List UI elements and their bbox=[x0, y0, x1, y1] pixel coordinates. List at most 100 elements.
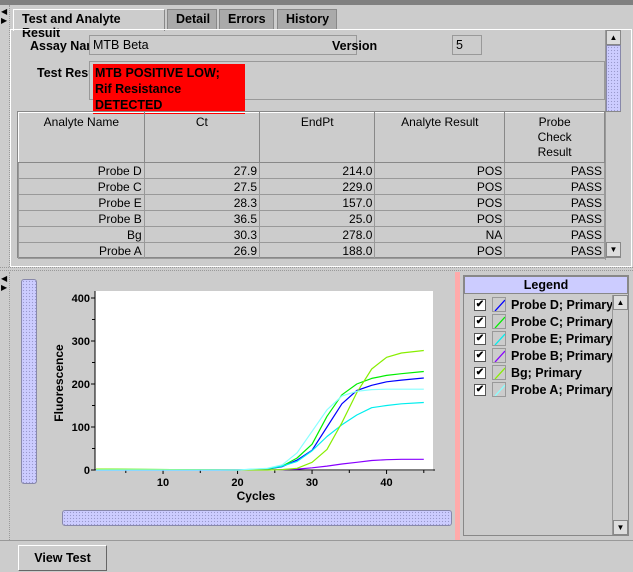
test-result-highlight: MTB POSITIVE LOW; Rif Resistance DETECTE… bbox=[93, 64, 245, 114]
legend-item[interactable]: ✔ Probe A; Primary bbox=[464, 381, 628, 398]
table-cell: Probe B bbox=[18, 210, 145, 227]
y-tick-label: 200 bbox=[72, 379, 90, 391]
bottom-separator bbox=[0, 540, 633, 541]
checkbox[interactable]: ✔ bbox=[474, 383, 486, 396]
legend-label: Probe B; Primary bbox=[511, 348, 614, 363]
col-header-analyte-result[interactable]: Analyte Result bbox=[374, 112, 506, 163]
table-row[interactable]: Probe D 27.9 214.0 POS PASS bbox=[18, 162, 605, 179]
legend-item[interactable]: ✔ Probe C; Primary bbox=[464, 313, 628, 330]
chart-horizontal-zoom-slider[interactable] bbox=[62, 510, 452, 526]
series-swatch-icon bbox=[492, 382, 506, 397]
col-header-endpt[interactable]: EndPt bbox=[259, 112, 376, 163]
legend-panel: Legend ✔ Probe D; Primary ✔ Probe C; Primar… bbox=[463, 275, 629, 536]
col-header-probe-check-result[interactable]: Probe Check Result bbox=[504, 112, 605, 163]
pane-splitter[interactable] bbox=[455, 272, 460, 540]
col-header-analyte-name[interactable]: Analyte Name bbox=[18, 112, 145, 163]
version-label: Version bbox=[332, 39, 378, 53]
series-swatch-icon bbox=[492, 331, 506, 346]
checkbox[interactable]: ✔ bbox=[474, 349, 486, 362]
legend-label: Probe D; Primary bbox=[511, 297, 614, 312]
table-cell: Probe A bbox=[18, 242, 145, 259]
checkbox[interactable]: ✔ bbox=[474, 315, 486, 328]
version-field: 5 bbox=[452, 35, 482, 55]
table-cell: PASS bbox=[504, 194, 605, 211]
table-cell: POS bbox=[374, 210, 506, 227]
tab-detail[interactable]: Detail bbox=[167, 9, 217, 29]
test-result-line-1: MTB POSITIVE LOW; bbox=[95, 66, 220, 80]
checkbox[interactable]: ✔ bbox=[474, 332, 486, 345]
series-swatch-icon bbox=[492, 314, 506, 329]
legend-item[interactable]: ✔ Probe D; Primary bbox=[464, 296, 628, 313]
table-cell: PASS bbox=[504, 178, 605, 195]
split-divider[interactable] bbox=[0, 267, 633, 271]
y-tick-label: 100 bbox=[72, 422, 90, 434]
checkbox[interactable]: ✔ bbox=[474, 366, 486, 379]
table-cell: 26.9 bbox=[143, 242, 261, 259]
table-cell: PASS bbox=[504, 226, 605, 243]
table-row[interactable]: Probe B 36.5 25.0 POS PASS bbox=[18, 210, 605, 227]
legend-label: Probe A; Primary bbox=[511, 382, 613, 397]
tab-test-and-analyte-result[interactable]: Test and Analyte Result bbox=[13, 9, 165, 40]
legend-item[interactable]: ✔ Bg; Primary bbox=[464, 364, 628, 381]
chart-vertical-zoom-slider[interactable] bbox=[21, 279, 37, 484]
checkbox[interactable]: ✔ bbox=[474, 298, 486, 311]
table-vertical-scrollbar[interactable]: ▼ bbox=[605, 112, 621, 257]
lower-split-handle[interactable]: ◀ ▶ bbox=[0, 272, 10, 540]
analyte-table-container: Analyte Name Ct EndPt Analyte Result Pro… bbox=[17, 111, 621, 259]
assay-name-field: MTB Beta bbox=[89, 35, 357, 55]
legend-scroll-up-icon[interactable]: ▲ bbox=[613, 295, 628, 310]
table-cell: 30.3 bbox=[143, 226, 261, 243]
table-cell: Bg bbox=[18, 226, 145, 243]
x-tick-label: 20 bbox=[231, 477, 243, 489]
legend-label: Probe E; Primary bbox=[511, 331, 613, 346]
y-tick-label: 300 bbox=[72, 336, 90, 348]
scroll-up-icon[interactable]: ▲ bbox=[606, 30, 621, 45]
tab-errors[interactable]: Errors bbox=[219, 9, 274, 29]
series-swatch-icon bbox=[492, 297, 506, 312]
table-cell: NA bbox=[374, 226, 506, 243]
table-cell: 229.0 bbox=[259, 178, 376, 195]
table-cell: Probe E bbox=[18, 194, 145, 211]
table-row[interactable]: Probe A 26.9 188.0 POS PASS bbox=[18, 242, 605, 259]
table-cell: 188.0 bbox=[259, 242, 376, 259]
table-cell: 27.5 bbox=[143, 178, 261, 195]
table-cell: 157.0 bbox=[259, 194, 376, 211]
tab-history[interactable]: History bbox=[277, 9, 337, 29]
window-top-border bbox=[0, 0, 633, 5]
legend-item[interactable]: ✔ Probe E; Primary bbox=[464, 330, 628, 347]
y-tick-label: 400 bbox=[72, 293, 90, 305]
legend-label: Probe C; Primary bbox=[511, 314, 614, 329]
x-tick-label: 10 bbox=[157, 477, 169, 489]
table-cell: 36.5 bbox=[143, 210, 261, 227]
table-cell: POS bbox=[374, 242, 506, 259]
col-header-ct[interactable]: Ct bbox=[143, 112, 261, 163]
legend-item[interactable]: ✔ Probe B; Primary bbox=[464, 347, 628, 364]
table-cell: PASS bbox=[504, 242, 605, 259]
scroll-down-icon[interactable]: ▼ bbox=[606, 242, 621, 257]
legend-scroll-down-icon[interactable]: ▼ bbox=[613, 520, 628, 535]
legend-scrollbar[interactable]: ▲ ▼ bbox=[612, 295, 628, 535]
test-result-field: MTB POSITIVE LOW; Rif Resistance DETECTE… bbox=[89, 61, 605, 114]
table-cell: Probe D bbox=[18, 162, 145, 179]
collapse-arrows-icon[interactable]: ◀ ▶ bbox=[1, 274, 7, 292]
series-swatch-icon bbox=[492, 365, 506, 380]
table-cell: 27.9 bbox=[143, 162, 261, 179]
x-tick-label: 40 bbox=[380, 477, 392, 489]
table-cell: PASS bbox=[504, 210, 605, 227]
legend-title: Legend bbox=[464, 276, 628, 294]
x-tick-label: 30 bbox=[306, 477, 318, 489]
y-tick-label: 0 bbox=[84, 465, 90, 477]
x-axis-label: Cycles bbox=[237, 489, 276, 503]
collapse-arrows-icon[interactable]: ◀ ▶ bbox=[1, 7, 7, 25]
table-cell: 278.0 bbox=[259, 226, 376, 243]
table-cell: 25.0 bbox=[259, 210, 376, 227]
table-cell: POS bbox=[374, 178, 506, 195]
table-cell: Probe C bbox=[18, 178, 145, 195]
amplification-chart: 0 100 200 300 400 10 20 30 40 Cycles Fluorescenc… bbox=[52, 291, 435, 503]
table-row[interactable]: Probe E 28.3 157.0 POS PASS bbox=[18, 194, 605, 211]
analyte-table: Analyte Name Ct EndPt Analyte Result Pro… bbox=[18, 112, 605, 259]
table-row[interactable]: Probe C 27.5 229.0 POS PASS bbox=[18, 178, 605, 195]
view-test-button[interactable]: View Test bbox=[18, 545, 107, 571]
table-row[interactable]: Bg 30.3 278.0 NA PASS bbox=[18, 226, 605, 243]
split-pane-handle[interactable]: ◀ ▶ bbox=[0, 5, 10, 267]
